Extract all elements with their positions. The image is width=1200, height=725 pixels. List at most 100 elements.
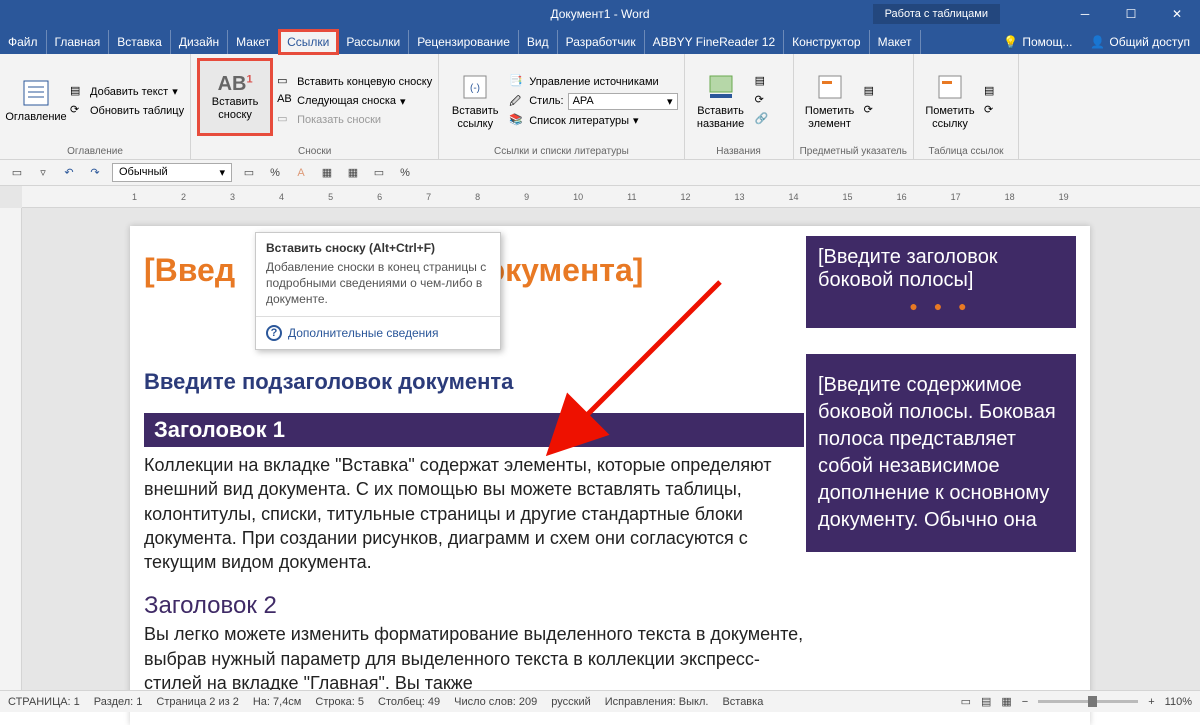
help-tell-me[interactable]: 💡 Помощ... (995, 30, 1080, 54)
group-citations-label: Ссылки и списки литературы (445, 144, 677, 157)
help-label: Помощ... (1022, 35, 1072, 49)
tooltip-more-link[interactable]: ?Дополнительные сведения (256, 316, 500, 349)
zoom-in-icon[interactable]: + (1148, 696, 1154, 708)
tab-table-design[interactable]: Конструктор (784, 30, 869, 54)
tooltip-body: Добавление сноски в конец страницы с под… (256, 259, 500, 316)
status-language[interactable]: русский (551, 696, 590, 708)
tab-mailings[interactable]: Рассылки (338, 30, 409, 54)
insert-citation-label: Вставить ссылку (445, 105, 505, 131)
sidebar-dots-icon: ● ● ● (818, 298, 1064, 314)
zoom-level[interactable]: 110% (1165, 696, 1192, 708)
svg-text:(-): (-) (470, 83, 480, 94)
tab-table-layout[interactable]: Макет (870, 30, 921, 54)
heading-2[interactable]: Заголовок 2 (144, 592, 804, 620)
qat-icon-3[interactable]: ▭ (240, 164, 258, 182)
tab-layout[interactable]: Макет (228, 30, 279, 54)
group-citations: (-) Вставить ссылку 📑Управление источник… (439, 54, 684, 159)
tab-developer[interactable]: Разработчик (558, 30, 645, 54)
tab-file[interactable]: Файл (0, 30, 47, 54)
view-read-icon[interactable]: ▭ (961, 695, 971, 708)
view-print-icon[interactable]: ▤ (981, 695, 991, 708)
style-selector[interactable]: Обычный▾ (112, 163, 232, 182)
insert-footnote-button[interactable]: AB1 Вставить сноску (197, 58, 273, 136)
tab-abbyy[interactable]: ABBYY FineReader 12 (645, 30, 785, 54)
status-section[interactable]: Раздел: 1 (94, 696, 143, 708)
zoom-slider[interactable] (1038, 700, 1138, 703)
auth-opt2[interactable]: ⟳ (984, 103, 1012, 119)
qat-icon-6[interactable]: ▦ (318, 164, 336, 182)
tab-review[interactable]: Рецензирование (409, 30, 519, 54)
view-web-icon[interactable]: ▦ (1001, 695, 1011, 708)
sidebar-heading[interactable]: [Введите заголовок боковой полосы]● ● ● (806, 236, 1076, 328)
mark-citation-button[interactable]: Пометить ссылку (920, 58, 980, 144)
endnote-icon: ▭ (277, 74, 293, 90)
tab-references[interactable]: Ссылки (279, 30, 338, 54)
chevron-down-icon: ▾ (219, 166, 225, 179)
status-words[interactable]: Число слов: 209 (454, 696, 537, 708)
status-position[interactable]: На: 7,4см (253, 696, 302, 708)
status-track-changes[interactable]: Исправления: Выкл. (605, 696, 709, 708)
toc-label: Оглавление (5, 111, 66, 124)
citation-style-select[interactable]: 🖉Стиль: APA▾ (509, 93, 677, 110)
close-icon[interactable]: ✕ (1154, 0, 1200, 28)
status-mode[interactable]: Вставка (722, 696, 763, 708)
quick-access-toolbar: ▭ ▿ ↶ ↷ Обычный▾ ▭ % A ▦ ▦ ▭ % (0, 160, 1200, 186)
qat-icon-2[interactable]: ▿ (34, 164, 52, 182)
qat-icon-1[interactable]: ▭ (8, 164, 26, 182)
caption-opt1[interactable]: ▤ (755, 74, 787, 90)
window-title: Документ1 - Word (550, 7, 649, 21)
ruler-vertical[interactable] (0, 208, 22, 690)
group-footnotes: AB1 Вставить сноску ▭Вставить концевую с… (191, 54, 439, 159)
footnote-tooltip: Вставить сноску (Alt+Ctrl+F) Добавление … (255, 232, 501, 350)
add-text-button[interactable]: ▤Добавить текст ▾ (70, 84, 184, 100)
toc-button[interactable]: Оглавление (6, 58, 66, 144)
share-button[interactable]: 👤 Общий доступ (1080, 30, 1200, 54)
auth-opt1[interactable]: ▤ (984, 84, 1012, 100)
footnote-ab-icon: AB1 (218, 72, 253, 96)
insert-caption-label: Вставить название (691, 105, 751, 131)
status-pages[interactable]: Страница 2 из 2 (156, 696, 238, 708)
index-opt2[interactable]: ⟳ (864, 103, 892, 119)
show-footnotes-button: ▭Показать сноски (277, 112, 432, 128)
group-captions-label: Названия (691, 144, 787, 157)
tab-view[interactable]: Вид (519, 30, 558, 54)
undo-icon[interactable]: ↶ (60, 164, 78, 182)
redo-icon[interactable]: ↷ (86, 164, 104, 182)
group-index: Пометить элемент ▤ ⟳ Предметный указател… (794, 54, 914, 159)
index-opt1[interactable]: ▤ (864, 84, 892, 100)
tab-home[interactable]: Главная (47, 30, 110, 54)
qat-icon-5[interactable]: A (292, 164, 310, 182)
caption-opt2[interactable]: ⟳ (755, 93, 787, 109)
group-captions: Вставить название ▤ ⟳ 🔗 Названия (685, 54, 794, 159)
next-footnote-button[interactable]: ABСледующая сноска ▾ (277, 93, 432, 109)
maximize-icon[interactable]: ☐ (1108, 0, 1154, 28)
zoom-out-icon[interactable]: − (1022, 696, 1028, 708)
qat-icon-7[interactable]: ▦ (344, 164, 362, 182)
insert-footnote-label: Вставить сноску (200, 96, 270, 122)
citation-icon: (-) (459, 71, 491, 103)
tab-design[interactable]: Дизайн (171, 30, 228, 54)
mark-entry-button[interactable]: Пометить элемент (800, 58, 860, 144)
minimize-icon[interactable]: ─ (1062, 0, 1108, 28)
ruler-horizontal[interactable]: 12345678910111213141516171819 (22, 186, 1200, 208)
sidebar-body[interactable]: [Введите содержимое боковой полосы. Боко… (806, 354, 1076, 552)
doc-sidebar[interactable]: [Введите заголовок боковой полосы]● ● ● … (806, 236, 1076, 552)
qat-icon-9[interactable]: % (396, 164, 414, 182)
group-footnotes-label: Сноски (197, 144, 432, 157)
status-column[interactable]: Столбец: 49 (378, 696, 440, 708)
insert-endnote-button[interactable]: ▭Вставить концевую сноску (277, 74, 432, 90)
insert-caption-button[interactable]: Вставить название (691, 58, 751, 144)
paragraph-2[interactable]: Вы легко можете изменить форматирование … (144, 622, 804, 695)
group-toc: Оглавление ▤Добавить текст ▾ ⟳Обновить т… (0, 54, 191, 159)
status-page[interactable]: СТРАНИЦА: 1 (8, 696, 80, 708)
qat-icon-4[interactable]: % (266, 164, 284, 182)
caption-opt3[interactable]: 🔗 (755, 112, 787, 128)
bibliography-button[interactable]: 📚Список литературы ▾ (509, 113, 677, 129)
qat-icon-8[interactable]: ▭ (370, 164, 388, 182)
status-line[interactable]: Строка: 5 (315, 696, 364, 708)
tab-insert[interactable]: Вставка (109, 30, 171, 54)
manage-sources-button[interactable]: 📑Управление источниками (509, 74, 677, 90)
update-toc-button[interactable]: ⟳Обновить таблицу (70, 103, 184, 119)
insert-citation-button[interactable]: (-) Вставить ссылку (445, 58, 505, 144)
help-icon: ? (266, 325, 282, 341)
